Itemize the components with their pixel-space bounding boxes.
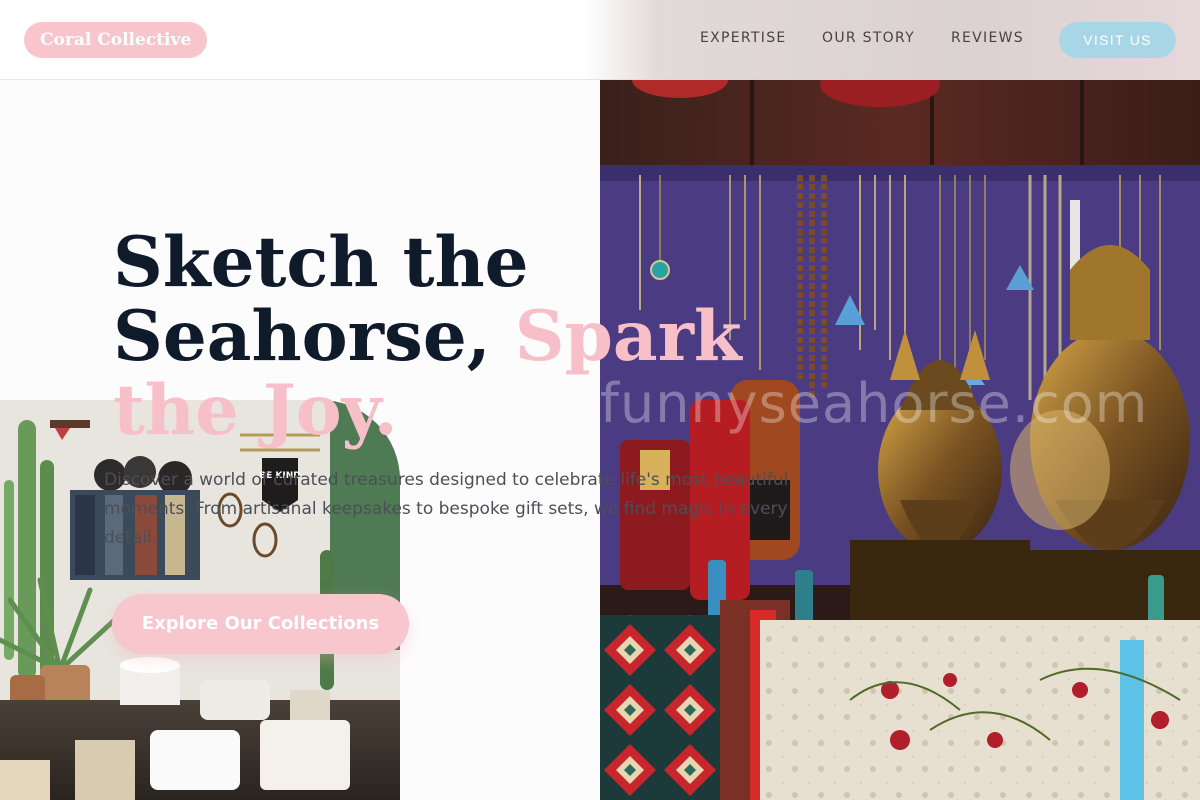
nav-reviews[interactable]: REVIEWS bbox=[951, 30, 1024, 46]
hero-subtitle: Discover a world of curated treasures de… bbox=[104, 470, 789, 548]
visit-us-button[interactable]: VISIT US bbox=[1059, 22, 1176, 58]
nav-expertise[interactable]: EXPERTISE bbox=[700, 30, 787, 46]
hero-title: Sketch the Seahorse, Spark the Joy. bbox=[113, 226, 833, 448]
brand-logo[interactable]: Coral Collective bbox=[24, 22, 208, 58]
hero-title-line1: Sketch the bbox=[113, 222, 529, 303]
site-header: Coral Collective EXPERTISE OUR STORY REV… bbox=[0, 0, 1200, 80]
hero-title-line2: Seahorse, bbox=[113, 296, 491, 377]
nav-our-story[interactable]: OUR STORY bbox=[822, 30, 915, 46]
explore-collections-button[interactable]: Explore Our Collections bbox=[112, 594, 409, 654]
